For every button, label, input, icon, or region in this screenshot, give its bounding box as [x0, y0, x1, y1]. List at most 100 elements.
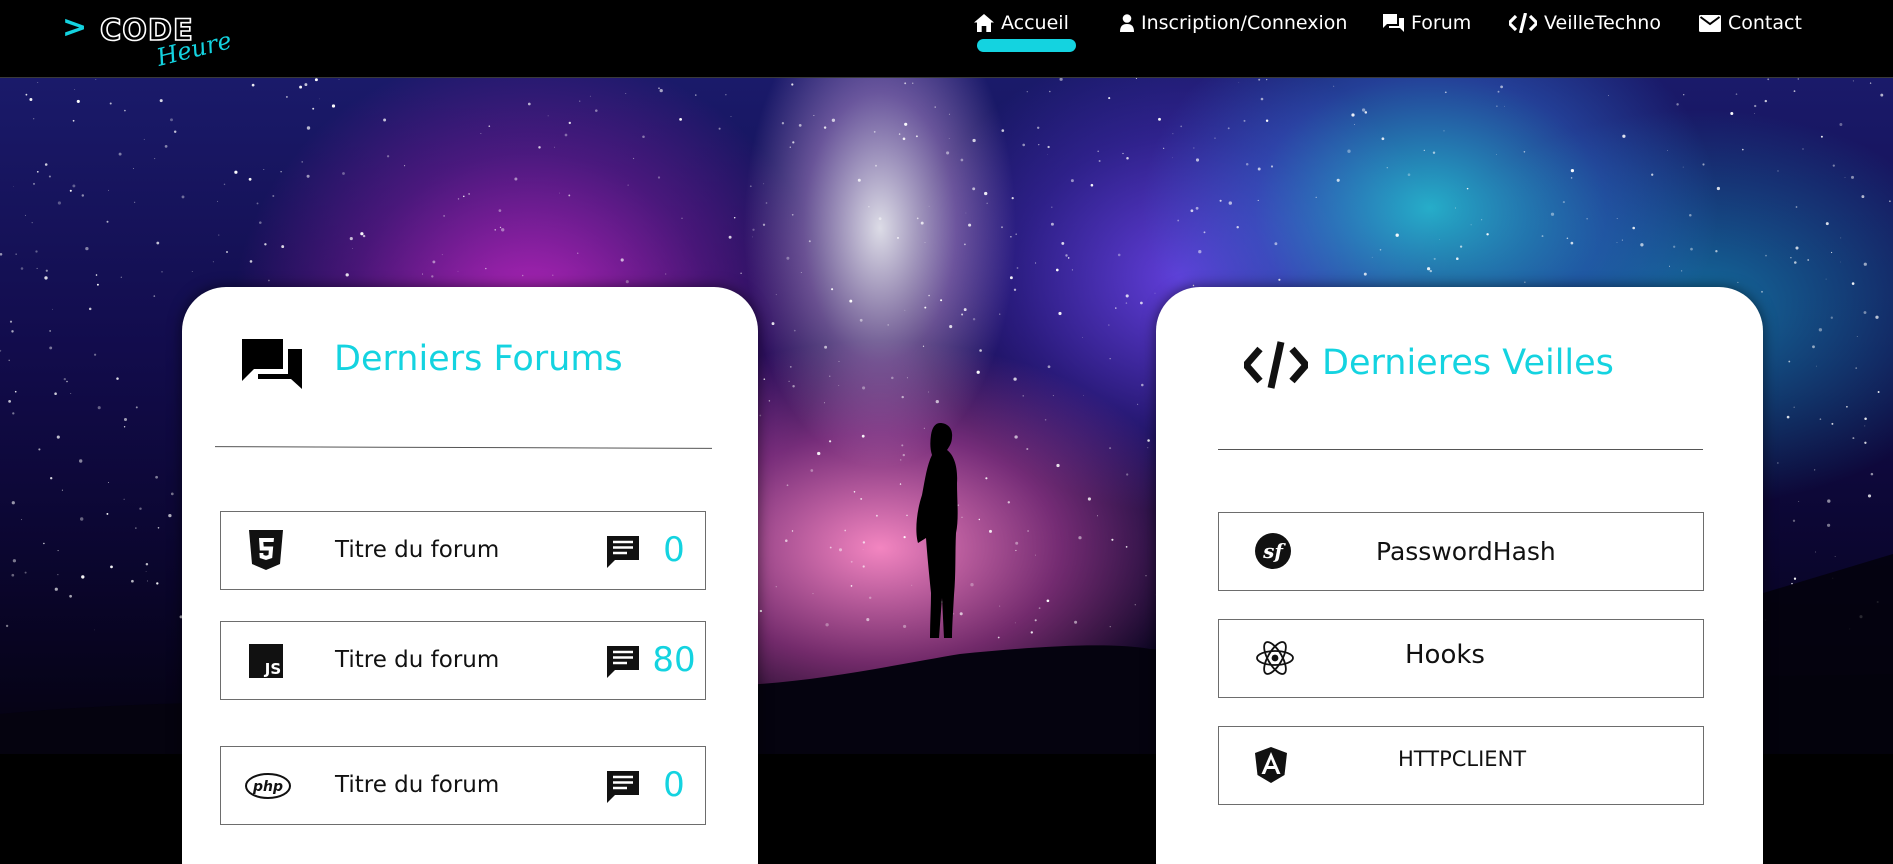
star [1716, 186, 1721, 191]
star [31, 221, 33, 224]
star [13, 186, 14, 187]
star [627, 184, 629, 186]
star [12, 412, 15, 415]
star [875, 514, 878, 517]
forum-title: Titre du forum [335, 537, 500, 563]
star [66, 380, 68, 383]
star [1846, 405, 1848, 408]
nav-item-contact[interactable]: Contact [1699, 10, 1802, 36]
star [1852, 80, 1854, 82]
veille-row[interactable]: sf PasswordHash [1218, 512, 1704, 591]
star [928, 205, 930, 207]
star [1864, 417, 1867, 420]
star [1541, 235, 1544, 238]
star [1815, 551, 1817, 553]
veille-row[interactable]: Hooks [1218, 619, 1704, 698]
star [762, 223, 766, 226]
forum-row[interactable]: php Titre du forum 0 [220, 746, 706, 825]
star [1141, 383, 1144, 387]
person-silhouette [916, 423, 958, 638]
nav-label: Contact [1728, 12, 1802, 34]
star [170, 492, 174, 496]
veille-row[interactable]: HTTPCLIENT [1218, 726, 1704, 805]
star [857, 178, 861, 182]
comment-icon [607, 771, 639, 803]
nav-item-forum[interactable]: Forum [1383, 10, 1471, 36]
forum-row[interactable]: Titre du forum 0 [220, 511, 706, 590]
star [1673, 245, 1676, 248]
star [36, 170, 39, 173]
star [135, 527, 137, 529]
site-logo[interactable]: > CODE Heure [62, 10, 235, 72]
star [11, 501, 15, 505]
star [1022, 143, 1026, 147]
star [1523, 151, 1526, 153]
star [1096, 515, 1099, 517]
star [1683, 94, 1685, 96]
star [928, 294, 930, 297]
star [1147, 439, 1150, 442]
star [564, 133, 568, 137]
star [342, 172, 345, 175]
star [135, 406, 138, 409]
nav-item-veilletechno[interactable]: VeilleTechno [1509, 10, 1661, 36]
star [901, 395, 904, 399]
star [897, 236, 899, 239]
star [139, 507, 142, 510]
star [1715, 250, 1718, 253]
star [791, 530, 794, 532]
user-icon [1120, 14, 1134, 32]
star [1504, 105, 1505, 107]
star [1192, 284, 1195, 287]
star [170, 118, 173, 122]
nav-item-inscription[interactable]: Inscription/Connexion [1120, 10, 1347, 36]
star [259, 221, 262, 224]
star [1844, 177, 1846, 178]
star [1333, 85, 1335, 87]
star [1690, 247, 1693, 251]
mail-icon [1699, 14, 1721, 32]
star [14, 390, 17, 393]
star [1832, 164, 1835, 167]
star [740, 272, 742, 275]
star [1831, 251, 1833, 254]
star [568, 121, 571, 125]
star [304, 83, 308, 87]
star [789, 146, 791, 148]
star [1867, 494, 1872, 498]
star [168, 513, 172, 518]
star [828, 440, 832, 443]
star [97, 406, 101, 410]
star [625, 93, 627, 94]
star [775, 294, 777, 296]
code-icon [1244, 341, 1308, 389]
star [1037, 126, 1040, 129]
star [831, 118, 836, 122]
star [124, 109, 126, 112]
star [1496, 105, 1498, 107]
star [56, 435, 60, 439]
star [1423, 149, 1425, 152]
star [1198, 250, 1202, 254]
star [1257, 199, 1259, 201]
star [899, 459, 902, 461]
star [1682, 166, 1684, 168]
star [1802, 148, 1804, 150]
star [1059, 78, 1063, 81]
star [891, 376, 894, 380]
star [1812, 345, 1815, 349]
star [1070, 179, 1074, 183]
star [499, 226, 502, 229]
star [96, 283, 99, 286]
star [568, 194, 571, 197]
star [1158, 117, 1161, 121]
comment-icon [607, 536, 639, 568]
star [949, 325, 953, 329]
star [1640, 243, 1644, 247]
star [1049, 90, 1051, 93]
star [1193, 147, 1195, 149]
nav-item-accueil[interactable]: Accueil [974, 10, 1069, 36]
star [1432, 151, 1436, 154]
star [898, 133, 901, 135]
forum-row[interactable]: JS Titre du forum 80 [220, 621, 706, 700]
